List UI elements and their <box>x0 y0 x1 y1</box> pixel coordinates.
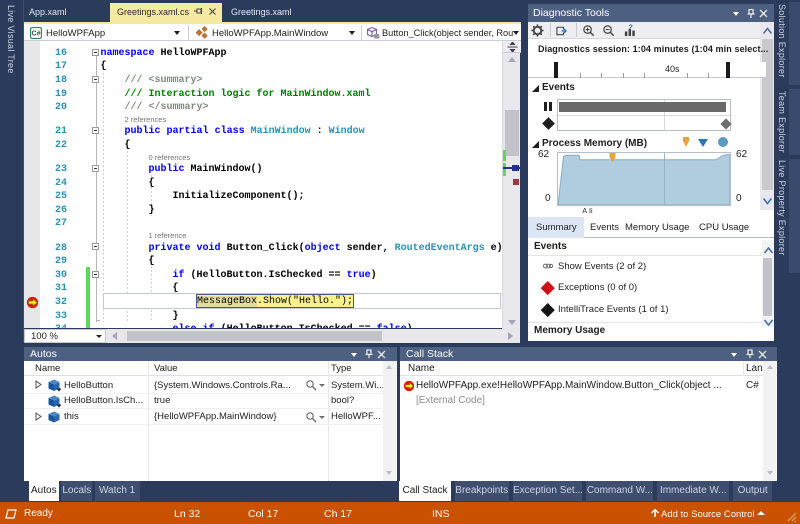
svg-text:?: ? <box>629 25 633 32</box>
svg-text:C#: C# <box>32 30 41 37</box>
